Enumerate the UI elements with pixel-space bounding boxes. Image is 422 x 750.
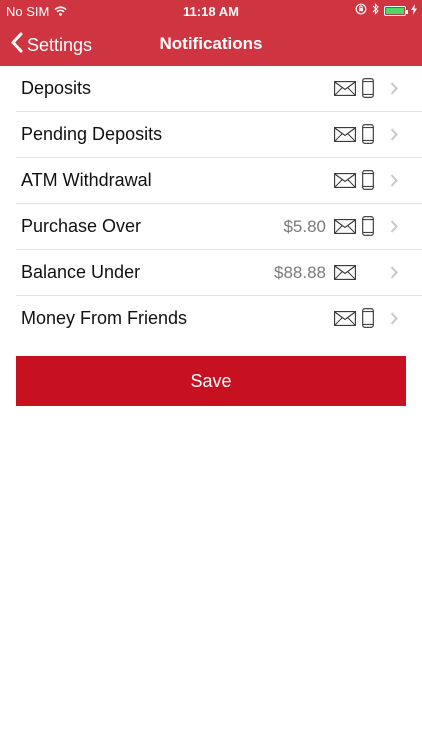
status-right-group (355, 3, 417, 18)
battery-icon (384, 5, 408, 16)
phone-icon (362, 216, 374, 241)
row-label: Deposits (21, 78, 92, 98)
row-label: Purchase Over (21, 216, 142, 236)
threshold-amount: $5.80 (283, 217, 326, 236)
envelope-icon (334, 173, 356, 193)
notifications-screen: No SIM 11:18 AM Settings Notifications D… (0, 0, 422, 750)
orientation-lock-icon (355, 3, 367, 18)
page-title: Notifications (159, 34, 263, 53)
row-label: Money From Friends (21, 308, 188, 328)
phone-icon (362, 124, 374, 149)
envelope-icon (334, 81, 356, 101)
row-pending-deposits[interactable]: Pending Deposits (0, 112, 422, 158)
chevron-right-icon (390, 312, 398, 330)
save-button[interactable]: Save (16, 356, 406, 406)
row-deposits[interactable]: Deposits (0, 66, 422, 112)
chevron-right-icon (390, 220, 398, 238)
row-purchase-over[interactable]: Purchase Over $5.80 (0, 204, 422, 250)
row-atm-withdrawal[interactable]: ATM Withdrawal (0, 158, 422, 204)
phone-icon (362, 78, 374, 103)
chevron-right-icon (390, 174, 398, 192)
phone-icon (362, 170, 374, 195)
bluetooth-icon (372, 3, 379, 18)
threshold-amount: $88.88 (274, 263, 326, 282)
envelope-icon (334, 219, 356, 239)
status-bar: No SIM 11:18 AM (0, 0, 422, 22)
notification-list: Deposits Pending Deposits ATM Withdrawal… (0, 66, 422, 342)
row-label: Pending Deposits (21, 124, 163, 144)
battery-fill (386, 7, 404, 14)
envelope-icon (334, 127, 356, 147)
envelope-icon (334, 311, 356, 331)
row-money-from-friends[interactable]: Money From Friends (0, 296, 422, 342)
top-bar: No SIM 11:18 AM Settings Notifications (0, 0, 422, 66)
charging-bolt-icon (411, 3, 417, 18)
envelope-icon (334, 265, 356, 285)
chevron-right-icon (390, 82, 398, 100)
row-balance-under[interactable]: Balance Under $88.88 (0, 250, 422, 296)
navigation-bar: Settings Notifications (0, 22, 422, 66)
phone-icon (362, 308, 374, 333)
row-label: Balance Under (21, 262, 141, 282)
chevron-right-icon (390, 128, 398, 146)
row-label: ATM Withdrawal (21, 170, 152, 190)
chevron-right-icon (390, 266, 398, 284)
